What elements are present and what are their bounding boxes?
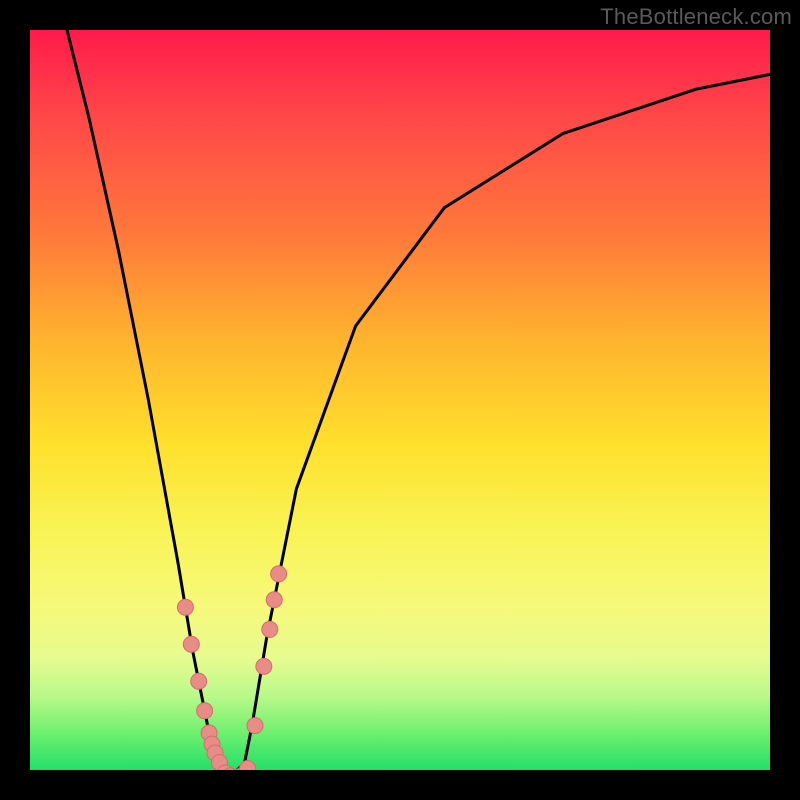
plot-area — [30, 30, 770, 770]
data-marker — [271, 566, 287, 582]
data-marker — [197, 703, 213, 719]
series-right-curve — [237, 74, 770, 770]
data-marker — [191, 673, 207, 689]
data-marker — [256, 658, 272, 674]
watermark-text: TheBottleneck.com — [600, 4, 792, 30]
data-marker — [240, 761, 256, 770]
series-left-curve — [67, 30, 226, 770]
data-marker — [247, 718, 263, 734]
chart-svg — [30, 30, 770, 770]
data-marker — [266, 592, 282, 608]
marker-layer — [177, 566, 286, 770]
data-marker — [183, 636, 199, 652]
data-marker — [177, 599, 193, 615]
curve-layer — [67, 30, 770, 770]
data-marker — [262, 621, 278, 637]
chart-frame: TheBottleneck.com — [0, 0, 800, 800]
